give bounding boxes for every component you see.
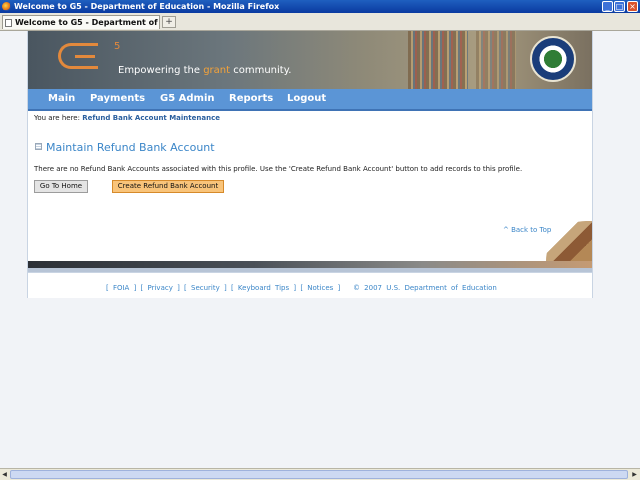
minimize-button[interactable]: _ — [602, 1, 613, 12]
main-nav: Main Payments G5 Admin Reports Logout — [28, 89, 592, 111]
footer: [ FOIA ] [ Privacy ] [ Security ] [ Keyb… — [28, 272, 592, 299]
footer-link-notices[interactable]: [ Notices ] — [300, 284, 340, 292]
nav-reports[interactable]: Reports — [229, 89, 273, 109]
header-banner: 5 Empowering the grant community. — [28, 31, 592, 89]
nav-payments[interactable]: Payments — [90, 89, 145, 109]
nav-g5-admin[interactable]: G5 Admin — [160, 89, 215, 109]
tab-title: Welcome to G5 - Department of Educ... — [15, 18, 159, 27]
nav-main[interactable]: Main — [48, 89, 75, 109]
tagline-highlight: grant — [203, 65, 231, 76]
scroll-left-icon[interactable]: ◀ — [0, 470, 9, 479]
bookshelf-image — [476, 31, 516, 89]
scrollbar-thumb[interactable] — [10, 470, 628, 479]
empty-state-message: There are no Refund Bank Accounts associ… — [34, 165, 523, 173]
footer-link-privacy[interactable]: [ Privacy ] — [141, 284, 180, 292]
footer-link-keyboard-tips[interactable]: [ Keyboard Tips ] — [231, 284, 296, 292]
scroll-right-icon[interactable]: ▶ — [630, 470, 639, 479]
tab-strip: Welcome to G5 - Department of Educ... + — [0, 13, 640, 31]
department-seal-logo — [530, 36, 576, 82]
browser-viewport: 5 Empowering the grant community. Main P… — [0, 31, 640, 468]
page-title: Maintain Refund Bank Account — [46, 141, 215, 154]
horizontal-scrollbar[interactable]: ◀ ▶ — [0, 468, 640, 480]
page-container: 5 Empowering the grant community. Main P… — [27, 31, 593, 298]
footer-link-security[interactable]: [ Security ] — [184, 284, 227, 292]
window-title: Welcome to G5 - Department of Education … — [14, 2, 280, 11]
g5-logo-superscript: 5 — [114, 41, 121, 52]
nav-logout[interactable]: Logout — [287, 89, 326, 109]
breadcrumb-current[interactable]: Refund Bank Account Maintenance — [82, 114, 220, 122]
close-button[interactable]: × — [627, 1, 638, 12]
window-title-bar: Welcome to G5 - Department of Education … — [0, 0, 640, 13]
page-icon — [5, 19, 12, 27]
g5-logo — [58, 43, 98, 69]
tagline-text-end: community. — [230, 65, 292, 76]
breadcrumb: You are here: Refund Bank Account Mainte… — [34, 114, 220, 122]
maximize-button[interactable]: □ — [614, 1, 625, 12]
bookshelf-image — [408, 31, 468, 89]
footer-links: [ FOIA ] [ Privacy ] [ Security ] [ Keyb… — [106, 284, 497, 292]
footer-link-foia[interactable]: [ FOIA ] — [106, 284, 136, 292]
firefox-icon — [2, 2, 11, 11]
copyright: © 2007 U.S. Department of Education — [352, 284, 497, 292]
new-tab-button[interactable]: + — [162, 16, 176, 28]
section-list-icon — [35, 143, 42, 150]
browser-tab[interactable]: Welcome to G5 - Department of Educ... — [2, 15, 160, 29]
go-to-home-button[interactable]: Go To Home — [34, 180, 88, 193]
back-to-top-link[interactable]: ^ Back to Top — [503, 226, 551, 234]
breadcrumb-prefix: You are here: — [34, 114, 83, 122]
create-refund-bank-account-button[interactable]: Create Refund Bank Account — [112, 180, 224, 193]
corner-photo — [546, 221, 592, 261]
tagline-text: Empowering the — [118, 65, 204, 76]
tagline: Empowering the grant community. — [118, 65, 291, 76]
decorative-stripe — [28, 261, 592, 268]
